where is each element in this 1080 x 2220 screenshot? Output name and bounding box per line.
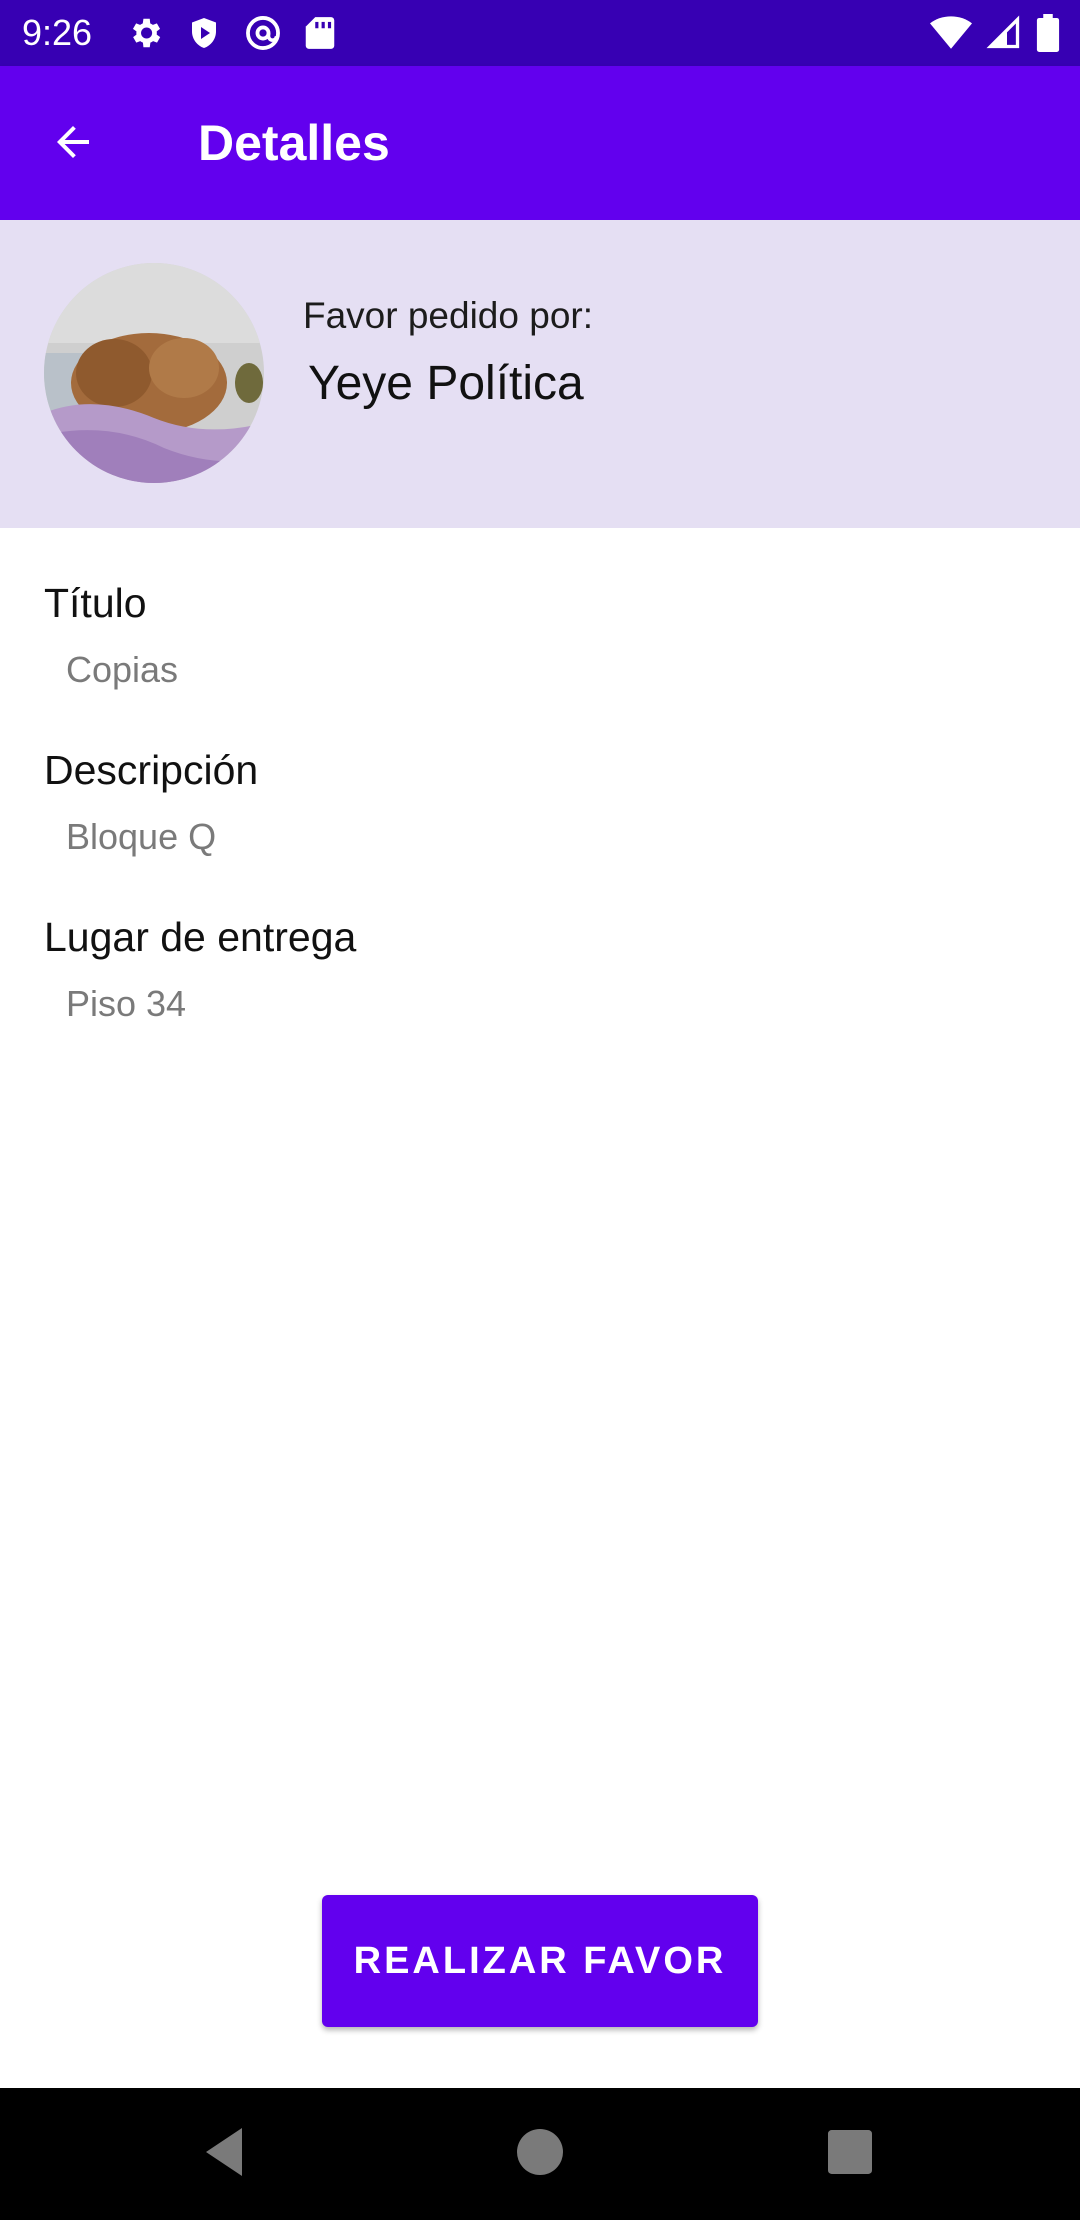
cell-signal-icon xyxy=(986,15,1022,51)
home-circle-icon xyxy=(517,2128,563,2180)
do-favor-button[interactable]: REALIZAR FAVOR xyxy=(322,1895,758,2027)
recents-square-icon xyxy=(828,2129,872,2179)
back-button[interactable] xyxy=(42,113,104,175)
nav-home-button[interactable] xyxy=(510,2124,570,2184)
status-time: 9:26 xyxy=(22,12,93,53)
gear-icon xyxy=(126,14,164,52)
requester-name: Yeye Política xyxy=(308,357,584,410)
description-label: Descripción xyxy=(44,747,259,793)
nav-recents-button[interactable] xyxy=(820,2124,880,2184)
back-triangle-icon xyxy=(202,2126,250,2183)
system-nav-bar xyxy=(0,2088,1080,2220)
status-icons-right xyxy=(930,12,1060,54)
at-sign-icon xyxy=(244,14,282,52)
delivery-place-value: Piso 34 xyxy=(66,983,187,1024)
app-bar: Detalles xyxy=(0,66,1080,220)
status-bar: 9:26 xyxy=(0,0,1080,66)
nav-back-button[interactable] xyxy=(196,2124,256,2184)
delivery-place-label: Lugar de entrega xyxy=(44,914,357,960)
battery-icon xyxy=(1036,14,1060,52)
requester-card: Favor pedido por: Yeye Política xyxy=(0,220,1080,528)
arrow-back-icon xyxy=(49,118,97,171)
shield-play-icon xyxy=(186,14,222,52)
title-value: Copias xyxy=(66,649,179,690)
requested-by-label: Favor pedido por: xyxy=(303,295,594,336)
description-value: Bloque Q xyxy=(66,816,217,857)
title-label: Título xyxy=(44,580,147,626)
avatar xyxy=(44,263,264,483)
page-title: Detalles xyxy=(198,115,390,171)
status-icons-left xyxy=(126,12,336,54)
wifi-icon xyxy=(930,15,972,51)
sd-card-icon xyxy=(304,14,336,52)
